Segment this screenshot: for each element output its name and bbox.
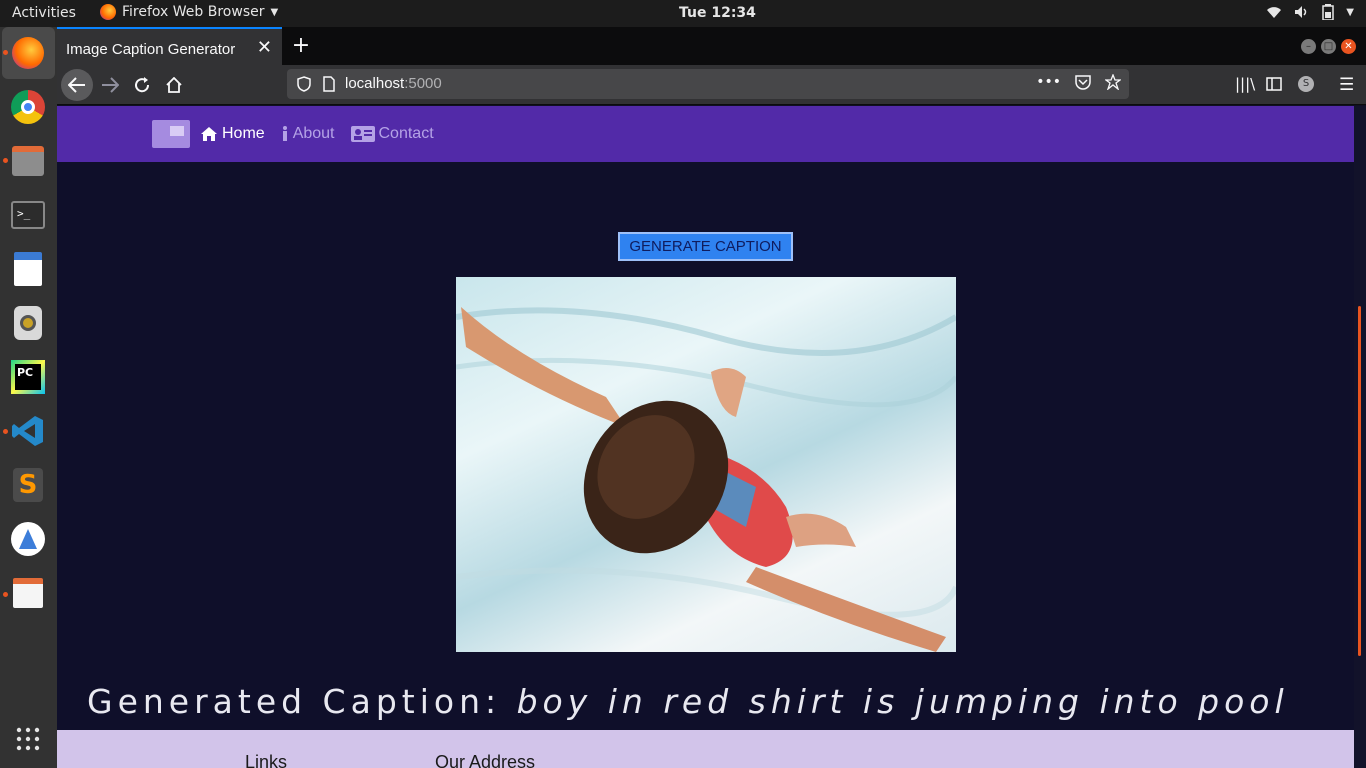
sidebar-icon[interactable]: [1266, 77, 1282, 91]
shield-icon[interactable]: [297, 76, 311, 92]
tab-bar: Image Caption Generator ✕ + – □ ✕: [57, 27, 1366, 65]
show-apps-icon[interactable]: [9, 720, 47, 758]
home-icon: [201, 127, 217, 141]
running-indicator: [3, 158, 8, 163]
url-bar[interactable]: localhost:5000 •••: [287, 69, 1129, 99]
bookmark-star-icon[interactable]: [1105, 74, 1121, 90]
activities-button[interactable]: Activities: [12, 5, 76, 21]
nav-contact[interactable]: Contact: [350, 125, 434, 143]
speaker-icon[interactable]: [9, 304, 47, 342]
running-indicator: [3, 592, 8, 597]
arrow-right-icon: [102, 77, 119, 93]
url-port: :5000: [404, 75, 442, 92]
maximize-button[interactable]: □: [1321, 39, 1336, 54]
more-actions-icon[interactable]: •••: [1036, 74, 1061, 90]
battery-icon: [1322, 4, 1335, 20]
minimize-button[interactable]: –: [1301, 39, 1316, 54]
dock: >_ PC S: [0, 27, 57, 768]
photo-illustration: [456, 307, 956, 652]
running-indicator: [3, 429, 8, 434]
reload-icon: [135, 77, 150, 93]
tab-image-caption-generator[interactable]: Image Caption Generator ✕: [57, 27, 282, 65]
firefox-icon[interactable]: [9, 34, 47, 72]
site-footer: Links Our Address: [57, 730, 1354, 768]
wifi-icon: [1267, 7, 1282, 18]
app-menu[interactable]: Firefox Web Browser ▼: [100, 4, 278, 20]
volume-icon: [1295, 6, 1307, 18]
pycharm-icon[interactable]: PC: [9, 358, 47, 396]
page-icon[interactable]: [323, 76, 335, 92]
caption-text: boy in red shirt is jumping into pool: [516, 682, 1289, 721]
android-studio-icon[interactable]: [9, 520, 47, 558]
site-navbar: Home About Contact: [57, 106, 1354, 162]
firefox-icon: [100, 4, 116, 20]
clock[interactable]: Tue 12:34: [679, 5, 756, 21]
account-avatar[interactable]: S: [1298, 76, 1314, 92]
contact-card-icon: [350, 126, 375, 142]
system-tray[interactable]: ▼: [1266, 4, 1354, 20]
caption-label: Generated Caption:: [87, 682, 502, 721]
scrollbar-thumb[interactable]: [1358, 306, 1361, 656]
nav-about-label: About: [292, 125, 335, 142]
info-icon: [282, 126, 287, 141]
generated-caption: Generated Caption: boy in red shirt is j…: [87, 682, 1289, 721]
firefox-window: Image Caption Generator ✕ + – □ ✕ localh…: [57, 27, 1366, 768]
web-page: Home About Contact GENERATE CAPTION Gene…: [57, 106, 1354, 768]
home-button[interactable]: [158, 69, 190, 101]
text-editor-icon[interactable]: [9, 574, 47, 612]
navigation-toolbar: localhost:5000 ••• |||\ S ☰: [57, 65, 1366, 105]
reload-button[interactable]: [126, 69, 158, 101]
forward-button[interactable]: [94, 69, 126, 101]
nav-contact-label: Contact: [378, 125, 434, 142]
site-logo[interactable]: [152, 120, 190, 148]
hamburger-menu-icon[interactable]: ☰: [1339, 75, 1354, 95]
url-actions: •••: [1036, 74, 1121, 90]
chrome-icon[interactable]: [9, 88, 47, 126]
url-host: localhost: [345, 75, 405, 92]
terminal-icon[interactable]: >_: [9, 196, 47, 234]
tab-title: Image Caption Generator: [66, 41, 236, 58]
close-tab-icon[interactable]: ✕: [257, 37, 272, 58]
library-icon[interactable]: |||\: [1235, 75, 1255, 93]
site-nav-links: Home About Contact: [200, 125, 434, 143]
nav-home[interactable]: Home: [200, 125, 265, 143]
close-window-button[interactable]: ✕: [1341, 39, 1356, 54]
pocket-icon[interactable]: [1075, 74, 1091, 90]
generate-caption-button[interactable]: GENERATE CAPTION: [618, 232, 793, 261]
running-indicator: [3, 50, 8, 55]
chevron-down-icon: ▼: [270, 6, 279, 18]
home-icon: [166, 77, 182, 93]
url-text[interactable]: localhost:5000: [345, 75, 442, 92]
page-scrollbar[interactable]: [1354, 106, 1366, 768]
app-menu-label: Firefox Web Browser: [122, 4, 265, 20]
sublime-icon[interactable]: S: [9, 466, 47, 504]
system-top-bar: Activities Firefox Web Browser ▼ Tue 12:…: [0, 0, 1366, 27]
arrow-left-icon: [68, 77, 85, 93]
new-tab-button[interactable]: +: [287, 32, 315, 60]
footer-address-heading: Our Address: [435, 752, 536, 768]
nav-home-label: Home: [222, 125, 265, 142]
nav-about[interactable]: About: [281, 125, 335, 143]
footer-links-heading: Links: [245, 752, 288, 768]
back-button[interactable]: [61, 69, 93, 101]
image-viewer-icon[interactable]: [9, 250, 47, 288]
uploaded-photo: [456, 277, 956, 652]
files-icon[interactable]: [9, 142, 47, 180]
vscode-icon[interactable]: [9, 412, 47, 450]
chevron-down-icon: ▼: [1346, 6, 1354, 18]
